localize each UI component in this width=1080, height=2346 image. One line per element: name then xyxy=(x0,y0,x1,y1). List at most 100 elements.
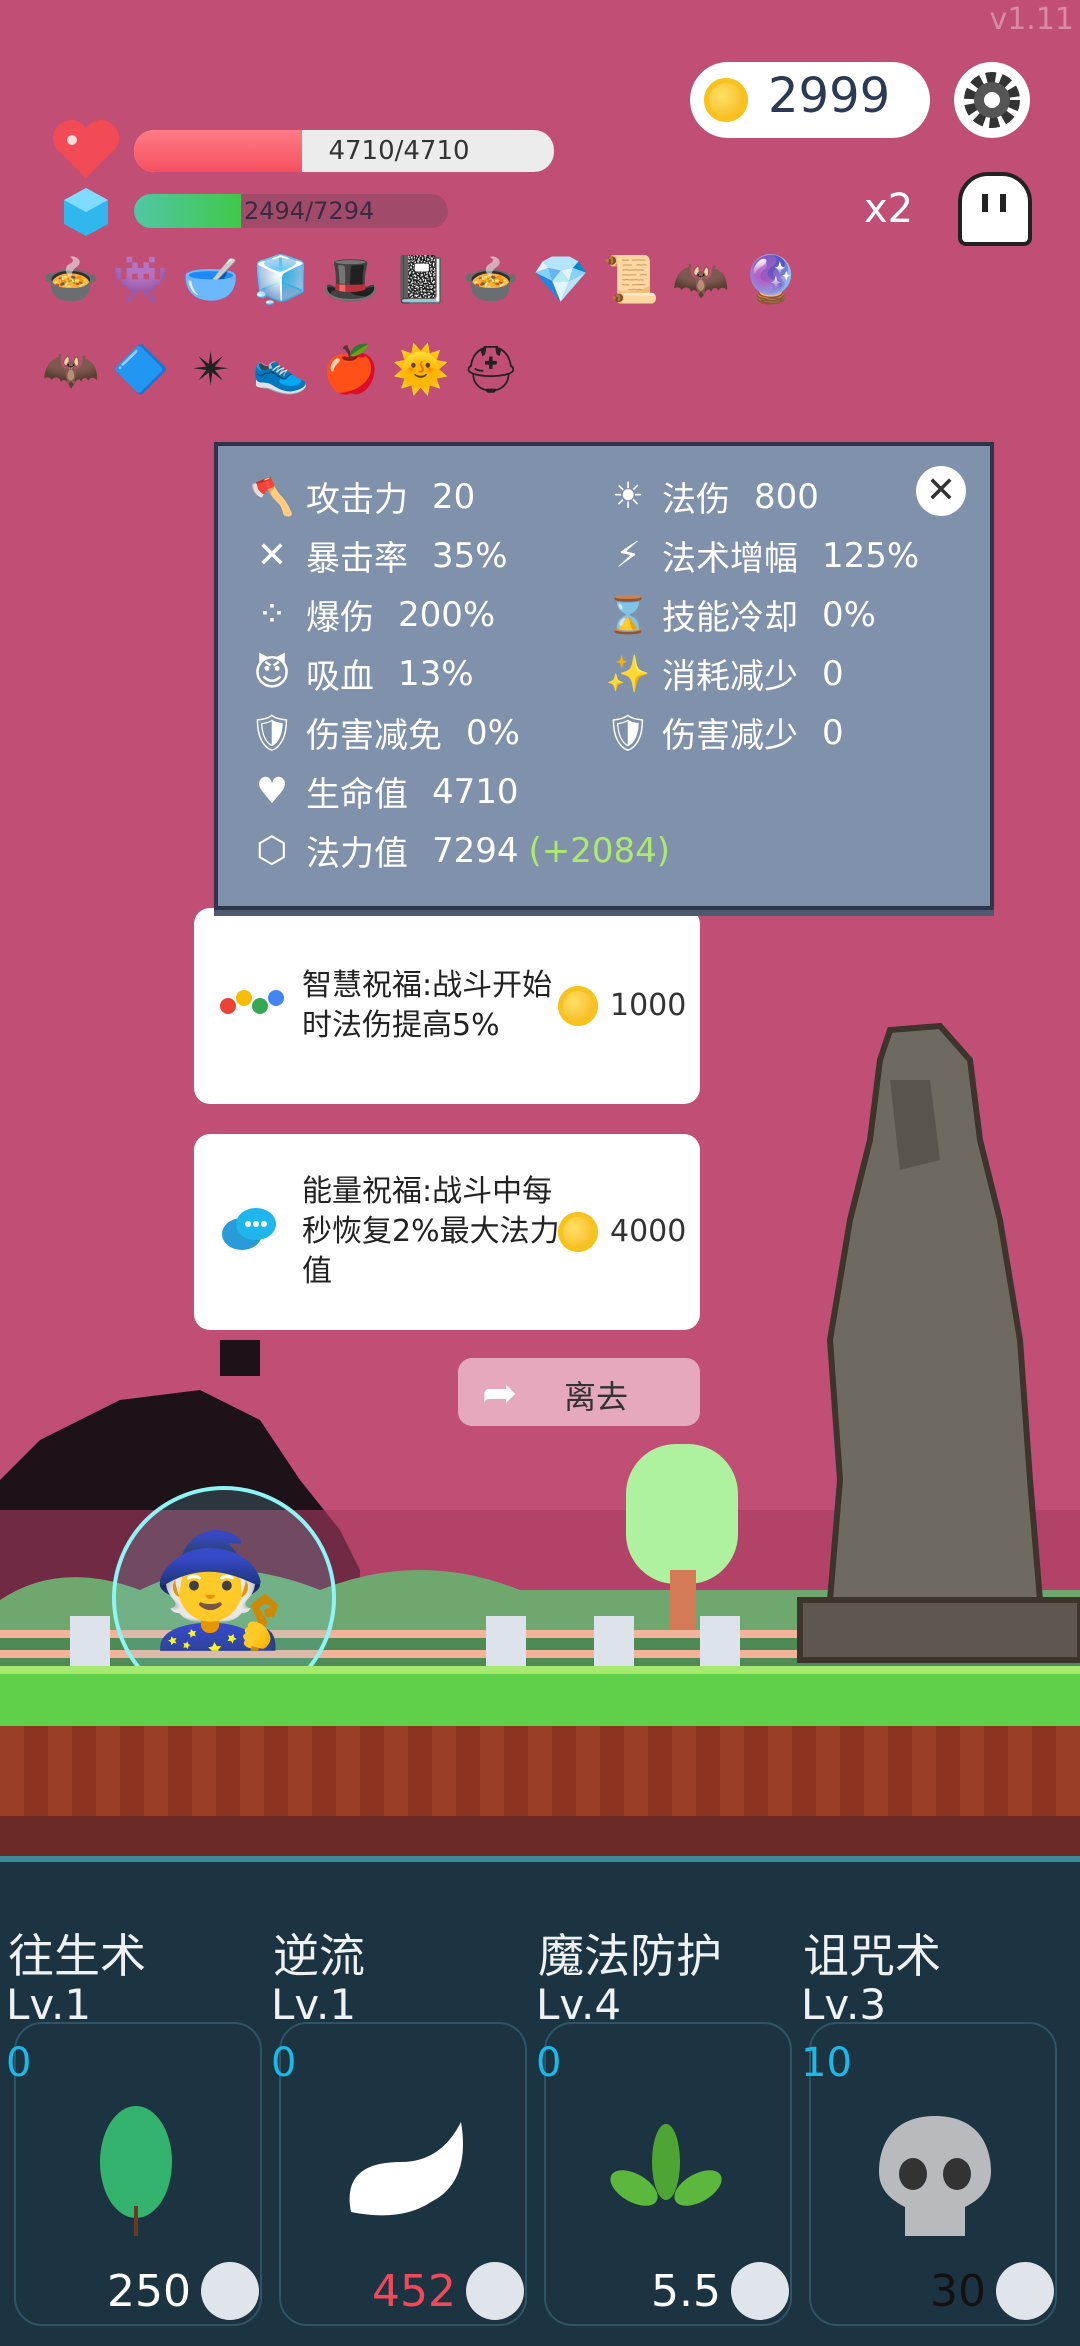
bat-icon[interactable]: 🦇 xyxy=(672,250,730,308)
heart-icon: ♥ xyxy=(255,771,289,812)
stat-value: 4710 xyxy=(432,771,519,812)
stat-value: 0% xyxy=(822,594,876,635)
demon-skull-icon: 😈 xyxy=(253,653,291,694)
stat-label: 攻击力 xyxy=(306,480,408,520)
stat-label: 技能冷却 xyxy=(662,598,798,638)
stat-bonus: (+2084) xyxy=(528,830,671,871)
skill-card[interactable]: 魔法防护 Lv.4 0 5.5 xyxy=(530,1862,795,2346)
speed-multiplier[interactable]: x2 xyxy=(864,186,913,232)
skill-count: 0 xyxy=(6,2040,32,2086)
stat-value: 0 xyxy=(822,653,844,694)
skill-name: 魔法防护 xyxy=(538,1929,722,1983)
mortar-icon[interactable]: 🥣 xyxy=(182,250,240,308)
apple-icon[interactable]: 🍎 xyxy=(322,340,380,398)
ice-cubes-icon[interactable]: 🧊 xyxy=(252,250,310,308)
hp-text: 4710/4710 xyxy=(328,136,470,166)
stat-damage-immunity: 🛡 伤害减免 0% xyxy=(248,708,520,757)
skill-card[interactable]: 往生术 Lv.1 0 250 xyxy=(0,1862,265,2346)
bat-icon[interactable]: 🦇 xyxy=(42,340,100,398)
hexagon-icon: ⬡ xyxy=(256,830,288,871)
stat-lifesteal: 😈 吸血 13% xyxy=(248,649,473,698)
crosshair-icon: ✕ xyxy=(256,535,288,576)
skill-name: 往生术 xyxy=(8,1929,146,1983)
stat-spell-amp: ⚡ 法术增幅 125% xyxy=(604,531,919,580)
stat-value: 35% xyxy=(432,535,508,576)
mp-text: 2494/7294 xyxy=(244,197,375,225)
skill-card[interactable]: 诅咒术 Lv.3 10 30 xyxy=(795,1862,1060,2346)
stat-hp: ♥ 生命值 4710 xyxy=(248,767,519,816)
spiked-ball-icon[interactable]: ✴ xyxy=(182,340,240,398)
shield-heart-icon: 🛡 xyxy=(605,712,651,754)
leaf-icon xyxy=(100,2106,172,2236)
statue-image xyxy=(797,1022,1080,1663)
skill-level: Lv.1 xyxy=(271,1980,357,2029)
scroll-icon[interactable]: 📜 xyxy=(602,250,660,308)
skull-icon xyxy=(879,2116,991,2236)
blue-gem-icon[interactable]: 🔷 xyxy=(112,340,170,398)
diamond-icon[interactable]: 💎 xyxy=(532,250,590,308)
skill-count: 0 xyxy=(536,2040,562,2086)
skill-card[interactable]: 逆流 Lv.1 0 452 xyxy=(265,1862,530,2346)
burst-icon: ⁘ xyxy=(256,594,288,635)
stat-attack: 🪓 攻击力 20 xyxy=(248,472,476,521)
blessing-price: 1000 xyxy=(610,988,687,1023)
cauldron-icon[interactable]: 🍲 xyxy=(462,250,520,308)
version-label: v1.11 xyxy=(989,2,1074,37)
crystal-ball-icon[interactable]: 🔮 xyxy=(742,250,800,308)
settings-button[interactable] xyxy=(954,62,1030,138)
blessing-card[interactable]: 能量祝福:战斗中每秒恢复2%最大法力值 4000 xyxy=(194,1134,700,1330)
close-button[interactable]: ✕ xyxy=(916,466,966,516)
item-row-2: 🦇 🔷 ✴ 👟 🍎 🌞 ⛑ xyxy=(42,340,520,398)
stat-cost-reduction: ✨ 消耗减少 0 xyxy=(604,649,844,698)
stat-label: 生命值 xyxy=(306,775,408,815)
stat-label: 暴击率 xyxy=(306,539,408,579)
coin-icon xyxy=(704,78,748,122)
skill-cost: 452 xyxy=(372,2266,456,2317)
cauldron-icon[interactable]: 🍲 xyxy=(42,250,100,308)
skull-book-icon[interactable]: 📓 xyxy=(392,250,450,308)
skill-level: Lv.3 xyxy=(801,1980,887,2029)
sun-orb-icon[interactable]: 🌞 xyxy=(392,340,450,398)
slime-icon[interactable]: 👾 xyxy=(112,250,170,308)
stat-label: 伤害减免 xyxy=(306,716,442,756)
stat-label: 法伤 xyxy=(662,480,730,520)
chat-bubble-icon xyxy=(222,1208,276,1250)
upgrade-gear-icon[interactable] xyxy=(201,2262,259,2320)
wizard-hat-icon[interactable]: 🎩 xyxy=(322,250,380,308)
upgrade-gear-icon[interactable] xyxy=(731,2262,789,2320)
lightning-icon: ⚡ xyxy=(615,535,641,576)
stat-mana: ⬡ 法力值 7294 (+2084) xyxy=(248,826,670,875)
magic-wand-icon: ✨ xyxy=(605,653,651,695)
blessing-text: 智慧祝福:战斗开始时法伤提高5% xyxy=(302,968,553,1043)
ghost-button[interactable] xyxy=(958,172,1032,246)
dots-icon xyxy=(220,988,286,1018)
sun-icon: ☀ xyxy=(611,476,645,517)
coin-counter: 2999 xyxy=(690,62,930,138)
skill-cost: 250 xyxy=(107,2266,191,2317)
coin-icon xyxy=(558,1212,598,1252)
skill-count: 10 xyxy=(801,2040,852,2086)
skill-name: 逆流 xyxy=(273,1929,365,1983)
skill-cost: 30 xyxy=(930,2266,986,2317)
stat-crit-damage: ⁘ 爆伤 200% xyxy=(248,590,495,639)
blessing-card[interactable]: 智慧祝福:战斗开始时法伤提高5% 1000 xyxy=(194,908,700,1104)
stat-value: 200% xyxy=(398,594,496,635)
stat-value: 20 xyxy=(432,476,476,517)
stat-value: 7294 xyxy=(432,830,519,871)
skill-level: Lv.4 xyxy=(536,1980,622,2029)
red-sneaker-icon[interactable]: 👟 xyxy=(252,340,310,398)
stat-magic-damage: ☀ 法伤 800 xyxy=(604,472,819,521)
blessing-price: 4000 xyxy=(610,1214,687,1249)
skill-bar: 往生术 Lv.1 0 250 逆流 Lv.1 0 452 魔法防护 Lv.4 0… xyxy=(0,1856,1080,2346)
upgrade-gear-icon[interactable] xyxy=(996,2262,1054,2320)
hourglass-icon: ⌛ xyxy=(605,594,651,636)
upgrade-gear-icon[interactable] xyxy=(466,2262,524,2320)
blessing-text: 能量祝福:战斗中每秒恢复2%最大法力值 xyxy=(302,1174,560,1289)
item-row-1: 🍲 👾 🥣 🧊 🎩 📓 🍲 💎 📜 🦇 🔮 xyxy=(42,250,800,308)
hp-bar: 4710/4710 xyxy=(134,130,554,172)
dirt-dark-strip xyxy=(0,1816,1080,1856)
close-icon: ✕ xyxy=(925,470,957,511)
stat-label: 吸血 xyxy=(306,657,374,697)
knight-helmet-icon[interactable]: ⛑ xyxy=(462,340,520,398)
stat-crit-rate: ✕ 暴击率 35% xyxy=(248,531,508,580)
